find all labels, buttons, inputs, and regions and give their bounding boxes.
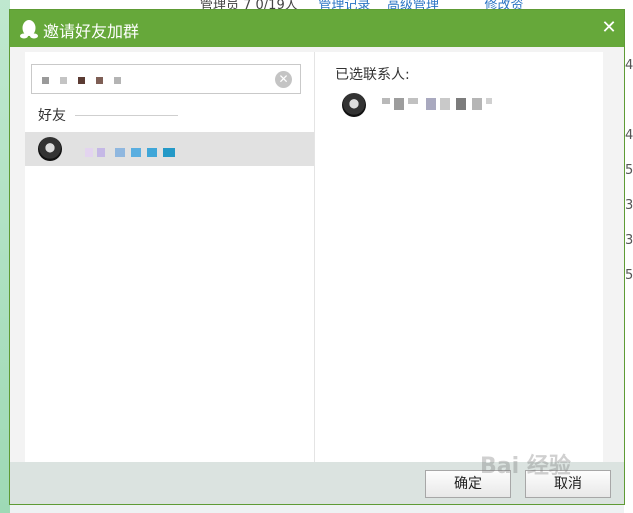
background-number: 4: [625, 58, 633, 73]
avatar: [38, 137, 62, 161]
dialog-titlebar[interactable]: 邀请好友加群 ✕: [10, 10, 624, 47]
background-app-right-column: 4 4 5 3 3 5: [624, 0, 633, 513]
selected-contact-item[interactable]: [334, 88, 596, 120]
dialog-title: 邀请好友加群: [43, 22, 140, 41]
search-input[interactable]: ✕: [31, 64, 301, 94]
search-input-value: [32, 65, 132, 93]
watermark: Bai 经验: [480, 454, 571, 479]
background-number: 3: [625, 198, 633, 213]
friend-name-blurred: [85, 148, 185, 157]
background-number: 3: [625, 233, 633, 248]
contact-name-blurred: [382, 98, 492, 110]
qq-penguin-icon: [20, 20, 38, 39]
close-button[interactable]: ✕: [598, 17, 620, 39]
background-number: 4: [625, 128, 633, 143]
dialog-content: ✕ 好友 已选联系人:: [25, 52, 603, 464]
background-number: 5: [625, 163, 633, 178]
invite-friends-dialog: 邀请好友加群 ✕ ✕ 好友 已选联系人: 确定 取消: [9, 9, 625, 505]
friend-picker-pane: ✕ 好友: [25, 52, 315, 464]
friend-list-item[interactable]: [25, 132, 314, 166]
selected-contacts-pane: 已选联系人:: [316, 52, 603, 464]
background-number: 5: [625, 268, 633, 283]
group-divider: [75, 115, 178, 116]
selected-contacts-label: 已选联系人:: [335, 67, 410, 83]
avatar: [342, 93, 366, 117]
clear-search-icon[interactable]: ✕: [275, 71, 292, 88]
friend-group-label: 好友: [38, 108, 66, 124]
